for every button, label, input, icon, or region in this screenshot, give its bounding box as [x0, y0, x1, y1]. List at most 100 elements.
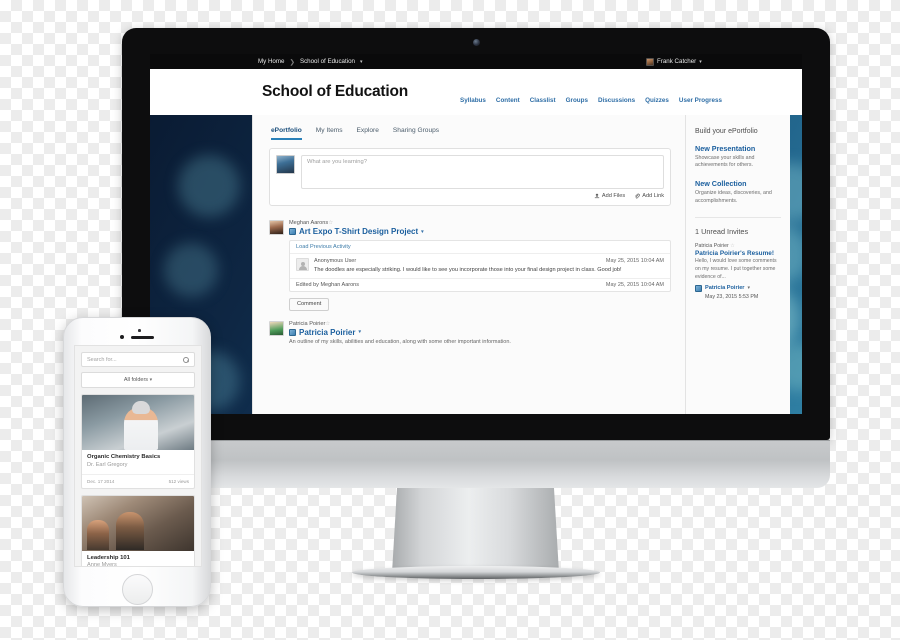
course-nav-item-classlist[interactable]: Classlist [530, 97, 556, 104]
list-item[interactable]: Organic Chemistry Basics Dr. Earl Gregor… [81, 394, 195, 489]
composer-input[interactable]: What are you learning? [301, 155, 664, 189]
post-title[interactable]: Art Expo T-Shirt Design Project ▾ [289, 227, 671, 236]
post-activity-box: Load Previous Activity Anonymous User Ma… [289, 240, 671, 293]
presentation-icon [289, 228, 296, 235]
invite-sender[interactable]: Patricia Poirier [705, 285, 745, 291]
edited-by-label: Edited by Meghan Aarons [296, 282, 359, 289]
sidebar-item-new-collection[interactable]: New Collection Organize ideas, discoveri… [695, 179, 781, 205]
new-presentation-description: Showcase your skills and achievements fo… [695, 154, 755, 169]
card-date: Dec. 17 2014 [87, 478, 115, 484]
top-navigation-bar: My Home ❯ School of Education ▾ Frank Ca… [150, 54, 802, 69]
content-stage: ePortfolio My Items Explore Sharing Grou… [150, 115, 802, 414]
user-name-label: Frank Catcher [657, 58, 697, 65]
chevron-down-icon[interactable]: ▾ [360, 59, 363, 65]
chevron-down-icon: ▾ [699, 58, 702, 65]
load-previous-activity-link[interactable]: Load Previous Activity [290, 241, 670, 254]
course-nav-item-quizzes[interactable]: Quizzes [645, 97, 669, 104]
card-title: Organic Chemistry Basics [87, 454, 161, 460]
tab-eportfolio[interactable]: ePortfolio [271, 127, 302, 140]
invite-author-name: Patricia Poirier [695, 242, 729, 249]
comment-author: Anonymous User [314, 258, 357, 264]
avatar [269, 220, 284, 235]
course-nav-item-content[interactable]: Content [496, 97, 520, 104]
post-author-name: Patricia Poirier [289, 320, 326, 327]
user-menu[interactable]: Frank Catcher ▾ [646, 57, 702, 66]
course-nav-item-discussions[interactable]: Discussions [598, 97, 635, 104]
anonymous-user-icon [296, 258, 309, 271]
card-author: Dr. Earl Gregory [87, 461, 128, 468]
speaker-grille-icon [131, 335, 154, 339]
smartphone-device: Search for... All folders ▾ Organic Chem… [63, 317, 211, 607]
desktop-monitor: My Home ❯ School of Education ▾ Frank Ca… [122, 28, 830, 440]
bokeh-circle [164, 243, 218, 297]
monitor-stand-neck [392, 488, 559, 573]
feed-post: Meghan Aarons☆ Art Expo T-Shirt Design P… [269, 220, 671, 311]
monitor-screen: My Home ❯ School of Education ▾ Frank Ca… [150, 54, 802, 414]
user-avatar-icon [646, 57, 654, 66]
list-item[interactable]: Leadership 101 Anne Myers Dec. 17 2014 1… [81, 494, 195, 567]
invite-author: Patricia Poirier ☆ [695, 243, 781, 249]
monitor-chin [122, 440, 830, 488]
feed-post: Patricia Poirier☆ Patricia Poirier ▾ An … [269, 320, 671, 347]
upload-icon [594, 193, 600, 199]
add-files-button[interactable]: Add Files [594, 193, 625, 199]
course-nav-item-user-progress[interactable]: User Progress [679, 97, 722, 104]
chemistry-instructor-thumb [82, 395, 194, 450]
tab-bar: ePortfolio My Items Explore Sharing Grou… [253, 115, 685, 140]
tab-explore[interactable]: Explore [357, 127, 379, 140]
page-header: School of Education Syllabus Content Cla… [150, 69, 802, 115]
avatar [269, 320, 284, 336]
chevron-down-icon[interactable]: ▾ [358, 329, 361, 335]
new-collection-link: New Collection [695, 179, 747, 189]
bokeh-circle [178, 155, 240, 217]
course-nav-item-syllabus[interactable]: Syllabus [460, 97, 486, 104]
breadcrumb-course[interactable]: School of Education [300, 58, 355, 65]
tab-my-items[interactable]: My Items [316, 127, 343, 140]
webcam-icon [472, 39, 480, 46]
sidebar-item-new-presentation[interactable]: New Presentation Showcase your skills an… [695, 144, 781, 170]
post-author-name: Meghan Aarons [289, 220, 329, 226]
chevron-down-icon[interactable]: ▾ [748, 285, 751, 291]
search-input[interactable]: Search for... [81, 352, 195, 367]
star-icon[interactable]: ☆ [328, 220, 333, 226]
post-title-text: Art Expo T-Shirt Design Project [299, 227, 419, 236]
star-icon[interactable]: ☆ [325, 321, 330, 327]
star-icon[interactable]: ☆ [730, 243, 735, 249]
comment-item: Anonymous User May 25, 2015 10:04 AM The… [290, 254, 670, 278]
add-files-label: Add Files [601, 193, 626, 199]
breadcrumb: My Home ❯ School of Education ▾ [258, 58, 363, 66]
presentation-icon [695, 284, 702, 292]
sidebar-divider [695, 216, 781, 218]
tab-sharing-groups[interactable]: Sharing Groups [393, 127, 439, 140]
invite-title: Patricia Poirier's Resume! [695, 249, 774, 257]
page-title: School of Education [262, 83, 409, 100]
comment-date: May 25, 2015 10:04 AM [605, 258, 664, 264]
chevron-down-icon: ▾ [149, 377, 153, 383]
comment-text: The doodles are especially striking. I w… [314, 267, 622, 273]
front-camera-icon [120, 335, 124, 339]
invite-item[interactable]: Patricia Poirier ☆ Patricia Poirier's Re… [695, 243, 781, 300]
eportfolio-sidebar: Build your ePortfolio New Presentation S… [686, 115, 790, 414]
course-nav-item-groups[interactable]: Groups [566, 97, 588, 104]
home-button[interactable] [121, 574, 153, 605]
chevron-down-icon[interactable]: ▾ [421, 229, 424, 235]
monitor-stand-base [352, 566, 600, 579]
folders-dropdown[interactable]: All folders ▾ [81, 372, 195, 388]
invite-footer: Patricia Poirier ▾ [695, 284, 781, 292]
post-composer: What are you learning? Add Files Add Lin… [269, 148, 671, 206]
sidebar-heading-invites: 1 Unread Invites [695, 226, 749, 236]
post-title[interactable]: Patricia Poirier ▾ [289, 328, 671, 337]
add-link-button[interactable]: Add Link [634, 193, 664, 199]
phone-screen: Search for... All folders ▾ Organic Chem… [74, 345, 202, 567]
card-author: Anne Myers [87, 562, 117, 567]
invite-date: May 23, 2015 5:53 PM [705, 293, 759, 300]
card-meta: Dec. 17 2014 512 views [82, 473, 194, 488]
breadcrumb-my-home[interactable]: My Home [258, 58, 284, 65]
post-author: Patricia Poirier☆ [289, 321, 671, 327]
leadership-audience-thumb [82, 495, 194, 551]
card-views: 512 views [168, 478, 189, 484]
folders-label: All folders [123, 377, 149, 383]
composer-actions: Add Files Add Link [276, 193, 664, 199]
card-title: Leadership 101 [87, 554, 130, 561]
comment-button[interactable]: Comment [289, 297, 330, 311]
